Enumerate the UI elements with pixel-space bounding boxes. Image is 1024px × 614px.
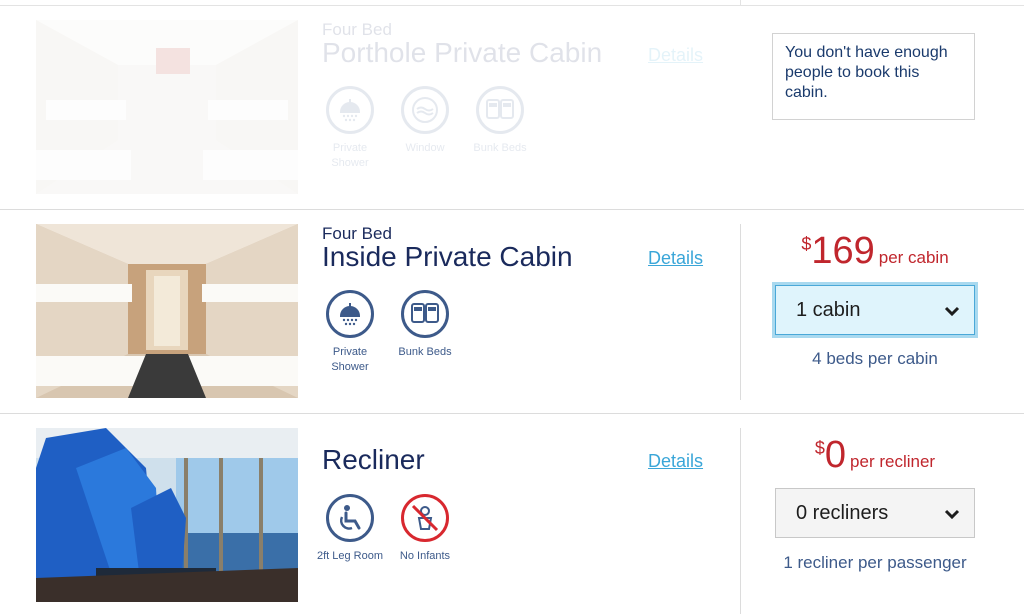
- amenity-window: Window: [390, 86, 460, 156]
- capacity-note: 1 recliner per passenger: [783, 553, 967, 572]
- price-unit: per recliner: [850, 452, 936, 471]
- chevron-down-icon: [944, 502, 960, 525]
- capacity-note: 4 beds per cabin: [812, 349, 938, 368]
- details-link[interactable]: Details: [648, 45, 703, 66]
- amenity-label: Window: [405, 142, 445, 154]
- recliner-row: Recliner Details 2ft Leg Room No Infants…: [0, 414, 1024, 614]
- porthole-cabin-photo: [36, 20, 298, 194]
- amenity-no-infants: No Infants: [390, 494, 460, 564]
- amenity-bunk-beds: Bunk Beds: [465, 86, 535, 156]
- amenity-bunk-beds: Bunk Beds: [390, 290, 460, 360]
- price: $169 per cabin: [760, 230, 990, 273]
- cabin-title: Inside Private Cabin: [322, 241, 573, 272]
- amenity-label: No Infants: [399, 550, 451, 562]
- inside-cabin-photo: [36, 224, 298, 398]
- window-icon: [401, 86, 449, 134]
- cabin-quantity-select[interactable]: 1 cabin: [775, 285, 975, 335]
- amenity-private-shower: Private Shower: [315, 86, 385, 171]
- amenity-label: Bunk Beds: [398, 346, 452, 358]
- price-amount: 0: [824, 434, 847, 476]
- bunk-beds-icon: [401, 290, 449, 338]
- amenity-label: Private Shower: [331, 142, 369, 169]
- price-currency: $: [814, 438, 825, 458]
- amenity-label: Bunk Beds: [473, 142, 527, 154]
- details-link[interactable]: Details: [648, 451, 703, 472]
- no-infants-icon: [401, 494, 449, 542]
- select-value: 1 cabin: [796, 298, 861, 321]
- cabin-title: Porthole Private Cabin: [322, 37, 603, 68]
- wheelchair-legroom-icon: [326, 494, 374, 542]
- shower-icon: [326, 290, 374, 338]
- recliner-quantity-select[interactable]: 0 recliners: [775, 488, 975, 538]
- details-link[interactable]: Details: [648, 248, 703, 269]
- amenity-leg-room: 2ft Leg Room: [315, 494, 385, 564]
- recliner-title: Recliner: [322, 444, 425, 475]
- amenity-label: Private Shower: [331, 346, 369, 373]
- price-amount: 169: [811, 230, 875, 272]
- cabin-row-porthole: Four Bed Porthole Private Cabin Details …: [0, 0, 1024, 209]
- chevron-down-icon: [944, 299, 960, 322]
- cabin-row-inside: Four Bed Inside Private Cabin Details Pr…: [0, 210, 1024, 413]
- shower-icon: [326, 86, 374, 134]
- amenity-private-shower: Private Shower: [315, 290, 385, 375]
- column-divider: [740, 428, 741, 614]
- availability-message: You don't have enough people to book thi…: [772, 33, 975, 120]
- amenity-label: 2ft Leg Room: [316, 550, 384, 562]
- recliner-photo: [36, 428, 298, 602]
- price-unit: per cabin: [878, 248, 949, 267]
- column-divider: [740, 224, 741, 400]
- bunk-beds-icon: [476, 86, 524, 134]
- select-value: 0 recliners: [796, 501, 889, 524]
- price-currency: $: [801, 234, 812, 254]
- price: $0 per recliner: [760, 434, 990, 477]
